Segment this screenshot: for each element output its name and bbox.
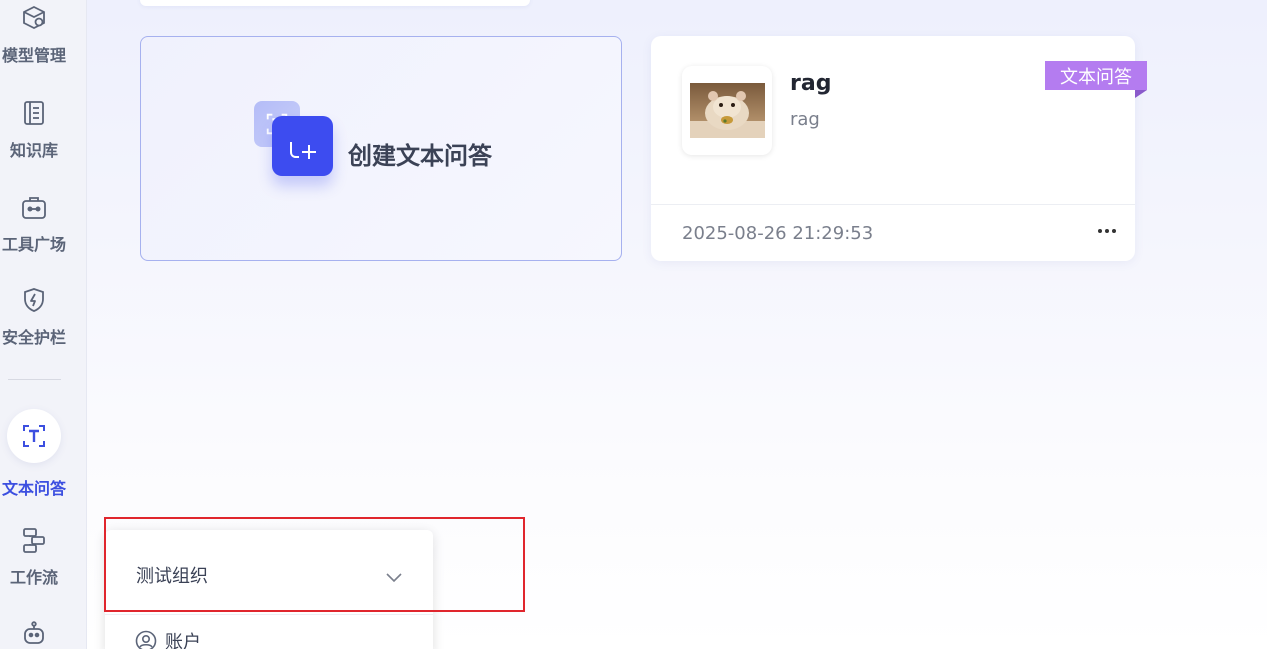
app-type-badge: 文本问答 xyxy=(1045,61,1147,90)
toolbox-icon xyxy=(20,193,48,221)
create-text-qa-label: 创建文本问答 xyxy=(348,142,492,170)
sidebar-item-label: 工具广场 xyxy=(1,235,66,254)
app-timestamp: 2025-08-26 21:29:53 xyxy=(682,223,874,244)
sidebar-item-label: 文本问答 xyxy=(1,479,66,498)
sidebar-item-label: 知识库 xyxy=(9,141,58,160)
sidebar-item-knowledge-base[interactable]: 知识库 xyxy=(0,99,68,161)
model-icon xyxy=(20,4,48,32)
org-popup-menu: 测试组织 账户 xyxy=(105,530,433,649)
sidebar-item-label: 工作流 xyxy=(9,568,58,587)
book-icon xyxy=(20,99,48,127)
plus-icon xyxy=(272,116,333,176)
account-label: 账户 xyxy=(165,632,201,649)
workflow-icon xyxy=(20,526,48,554)
app-description: rag xyxy=(790,109,820,130)
sidebar-item-label: 模型管理 xyxy=(1,46,66,65)
more-icon xyxy=(1098,229,1102,233)
user-icon xyxy=(135,630,157,649)
sidebar-item-safety-guard[interactable]: 安全护栏 xyxy=(0,286,68,348)
org-selector[interactable]: 测试组织 xyxy=(105,530,433,615)
sidebar-item-workflow[interactable]: 工作流 xyxy=(0,526,68,588)
top-card-edge xyxy=(140,0,530,6)
text-qa-icon xyxy=(23,425,45,447)
more-options-button[interactable] xyxy=(1095,219,1119,243)
robot-icon xyxy=(20,620,48,648)
org-name: 测试组织 xyxy=(136,566,208,587)
account-menu-item[interactable]: 账户 xyxy=(135,628,201,649)
badge-fold xyxy=(1135,90,1147,98)
sidebar-item-tool-plaza[interactable]: 工具广场 xyxy=(0,193,68,255)
sidebar-divider xyxy=(8,379,61,380)
sidebar-item-label: 安全护栏 xyxy=(1,328,66,347)
hamster-image xyxy=(689,83,765,138)
app-name: rag xyxy=(790,71,832,96)
sidebar-item-model-management[interactable]: 模型管理 xyxy=(0,4,68,66)
sidebar: 模型管理 知识库 工具广场 安全护栏 文本问答 工作流 xyxy=(0,0,87,649)
create-text-qa-card[interactable]: 创建文本问答 xyxy=(140,36,622,261)
app-thumbnail xyxy=(682,66,772,155)
shield-icon xyxy=(20,286,48,314)
card-divider xyxy=(651,204,1135,205)
active-indicator xyxy=(7,409,61,463)
sidebar-item-text-qa[interactable]: 文本问答 xyxy=(0,409,68,499)
sidebar-item-agent[interactable] xyxy=(0,620,68,648)
app-card[interactable]: rag rag 文本问答 2025-08-26 21:29:53 xyxy=(651,36,1147,261)
chevron-down-icon xyxy=(385,568,403,587)
